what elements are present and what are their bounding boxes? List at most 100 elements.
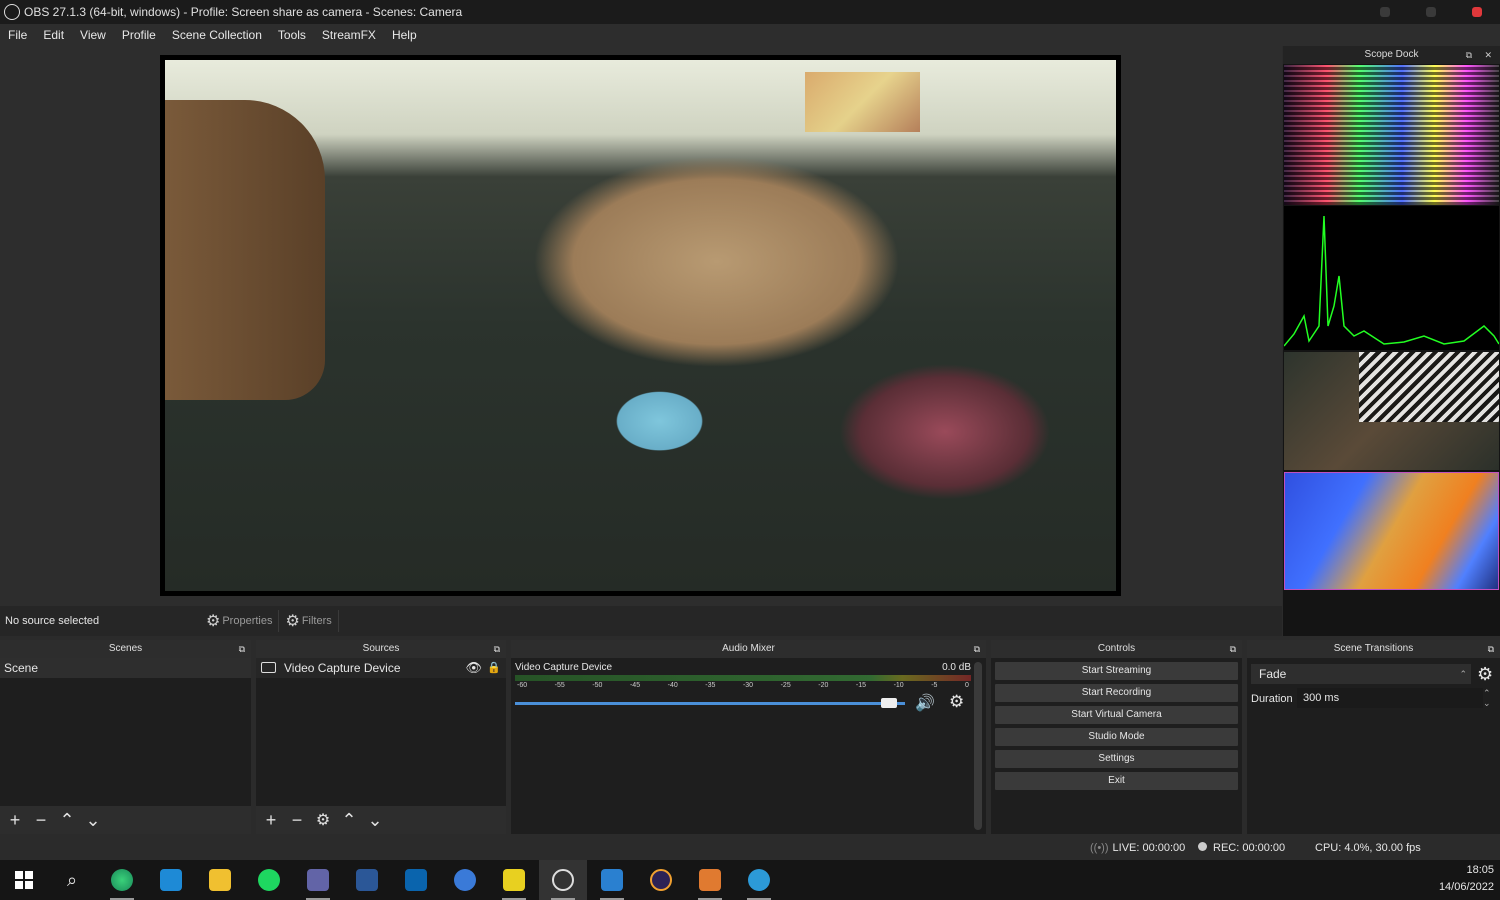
taskbar-file-explorer[interactable] xyxy=(196,860,244,900)
taskbar-app-blue[interactable] xyxy=(441,860,489,900)
undock-icon[interactable]: ⧉ xyxy=(974,640,980,658)
filter-icon: ⚙ xyxy=(285,613,300,630)
taskbar-obs[interactable] xyxy=(539,860,587,900)
gear-icon[interactable]: ⚙ xyxy=(949,692,964,712)
meter-tick-label: 0 xyxy=(964,682,969,689)
undock-icon[interactable]: ⧉ xyxy=(494,640,500,658)
taskbar-pdf[interactable] xyxy=(490,860,538,900)
sources-dock: Sources ⧉ Video Capture Device 👁 🔒 + − ⚙… xyxy=(256,640,506,834)
taskbar-teams[interactable] xyxy=(294,860,342,900)
windows-icon xyxy=(15,871,33,889)
move-up-button[interactable]: ⌃ xyxy=(338,810,360,831)
meter-tick-label: -60 xyxy=(517,682,528,689)
title-bar: OBS 27.1.3 (64-bit, windows) - Profile: … xyxy=(0,0,1500,24)
menu-tools[interactable]: Tools xyxy=(270,28,314,42)
move-up-button[interactable]: ⌃ xyxy=(56,810,78,831)
menu-streamfx[interactable]: StreamFX xyxy=(314,28,384,42)
remove-source-button[interactable]: − xyxy=(286,810,308,831)
meter-tick-label: -50 xyxy=(592,682,603,689)
broadcast-icon: ((•)) xyxy=(1090,842,1109,854)
move-down-button[interactable]: ⌄ xyxy=(82,810,104,831)
sources-header: Sources ⧉ xyxy=(256,640,506,658)
source-item[interactable]: Video Capture Device 👁 🔒 xyxy=(256,658,506,678)
maximize-button[interactable] xyxy=(1408,0,1454,24)
duration-input[interactable]: 300 ms xyxy=(1297,688,1483,708)
close-icon[interactable]: ✕ xyxy=(1484,46,1492,64)
add-source-button[interactable]: + xyxy=(260,810,282,831)
taskbar-network-app[interactable] xyxy=(588,860,636,900)
meter-tick-label: -40 xyxy=(667,682,678,689)
meter-tick-label: -25 xyxy=(780,682,791,689)
scenes-toolbar: + − ⌃ ⌄ xyxy=(0,806,251,834)
mixer-channel: Video Capture Device 0.0 dB -60 -55 -50 -45… xyxy=(515,662,971,713)
menu-help[interactable]: Help xyxy=(384,28,425,42)
program-preview[interactable] xyxy=(160,55,1121,596)
taskbar-edge-dev[interactable] xyxy=(98,860,146,900)
undock-icon[interactable]: ⧉ xyxy=(239,640,245,658)
taskbar-eclipse[interactable] xyxy=(637,860,685,900)
volume-fader[interactable]: 🔊 ⚙ xyxy=(515,692,971,713)
meter-tick-label: -30 xyxy=(742,682,754,689)
taskbar: ⌕ 18:05 14/06/2022 xyxy=(0,860,1500,900)
scope-dock-header: Scope Dock ⧉ ✕ xyxy=(1283,46,1500,64)
taskbar-spotify[interactable] xyxy=(245,860,293,900)
taskbar-settings-app[interactable] xyxy=(686,860,734,900)
mixer-scrollbar[interactable] xyxy=(974,662,982,830)
close-button[interactable] xyxy=(1454,0,1500,24)
start-recording-button[interactable]: Start Recording xyxy=(995,684,1238,702)
remove-scene-button[interactable]: − xyxy=(30,810,52,831)
move-down-button[interactable]: ⌄ xyxy=(364,810,386,831)
system-clock[interactable]: 18:05 14/06/2022 xyxy=(1439,862,1494,896)
undock-icon[interactable]: ⧉ xyxy=(1230,640,1236,658)
taskbar-outlook[interactable] xyxy=(392,860,440,900)
duration-label: Duration xyxy=(1251,693,1293,705)
start-virtual-camera-button[interactable]: Start Virtual Camera xyxy=(995,706,1238,724)
menu-file[interactable]: File xyxy=(0,28,35,42)
start-streaming-button[interactable]: Start Streaming xyxy=(995,662,1238,680)
lock-icon[interactable]: 🔒 xyxy=(487,658,501,678)
mixer-header: Audio Mixer ⧉ xyxy=(511,640,986,658)
gear-icon: ⚙ xyxy=(206,613,221,630)
source-toolbar: No source selected ⚙ Properties ⚙ Filter… xyxy=(0,606,1282,636)
minimize-button[interactable] xyxy=(1362,0,1408,24)
transition-select[interactable]: Fade ⌃⌄ xyxy=(1251,664,1471,699)
scene-item[interactable]: Scene xyxy=(0,658,251,678)
undock-icon[interactable]: ⧉ xyxy=(1488,640,1494,658)
menu-scene-collection[interactable]: Scene Collection xyxy=(164,28,270,42)
menu-edit[interactable]: Edit xyxy=(35,28,72,42)
meter-tick-label: -45 xyxy=(629,682,641,689)
speaker-icon[interactable]: 🔊 xyxy=(915,693,935,713)
waveform-scope xyxy=(1284,65,1499,205)
gear-app-icon xyxy=(699,869,721,891)
meter-tick-label: -5 xyxy=(931,682,938,689)
meter-tick-label: -35 xyxy=(705,682,716,689)
settings-button[interactable]: Settings xyxy=(995,750,1238,768)
taskbar-globe-app[interactable] xyxy=(735,860,783,900)
exit-button[interactable]: Exit xyxy=(995,772,1238,790)
obs-logo-icon xyxy=(4,4,20,20)
search-button[interactable]: ⌕ xyxy=(48,860,96,900)
add-scene-button[interactable]: + xyxy=(4,810,26,831)
properties-button[interactable]: ⚙ Properties xyxy=(200,610,280,632)
taskbar-word[interactable] xyxy=(343,860,391,900)
fader-track xyxy=(515,702,905,705)
menu-profile[interactable]: Profile xyxy=(114,28,164,42)
vscode-icon xyxy=(160,869,182,891)
eclipse-icon xyxy=(650,869,672,891)
fader-handle[interactable] xyxy=(881,698,897,708)
transitions-header: Scene Transitions ⧉ xyxy=(1247,640,1500,658)
controls-dock: Controls ⧉ Start Streaming Start Recordi… xyxy=(991,640,1242,834)
undock-icon[interactable]: ⧉ xyxy=(1466,46,1472,64)
audio-mixer-dock: Audio Mixer ⧉ Video Capture Device 0.0 d… xyxy=(511,640,986,834)
duration-spinner[interactable]: ⌃ ⌄ xyxy=(1483,688,1491,708)
visibility-eye-icon[interactable]: 👁 xyxy=(465,658,482,678)
start-button[interactable] xyxy=(0,860,48,900)
gear-icon[interactable]: ⚙ xyxy=(1477,664,1493,685)
folder-icon xyxy=(209,869,231,891)
source-properties-gear-icon[interactable]: ⚙ xyxy=(312,810,334,830)
taskbar-vscode[interactable] xyxy=(147,860,195,900)
filters-button[interactable]: ⚙ Filters xyxy=(279,610,339,632)
studio-mode-button[interactable]: Studio Mode xyxy=(995,728,1238,746)
meter-tick-label: -55 xyxy=(554,682,565,689)
menu-view[interactable]: View xyxy=(72,28,114,42)
